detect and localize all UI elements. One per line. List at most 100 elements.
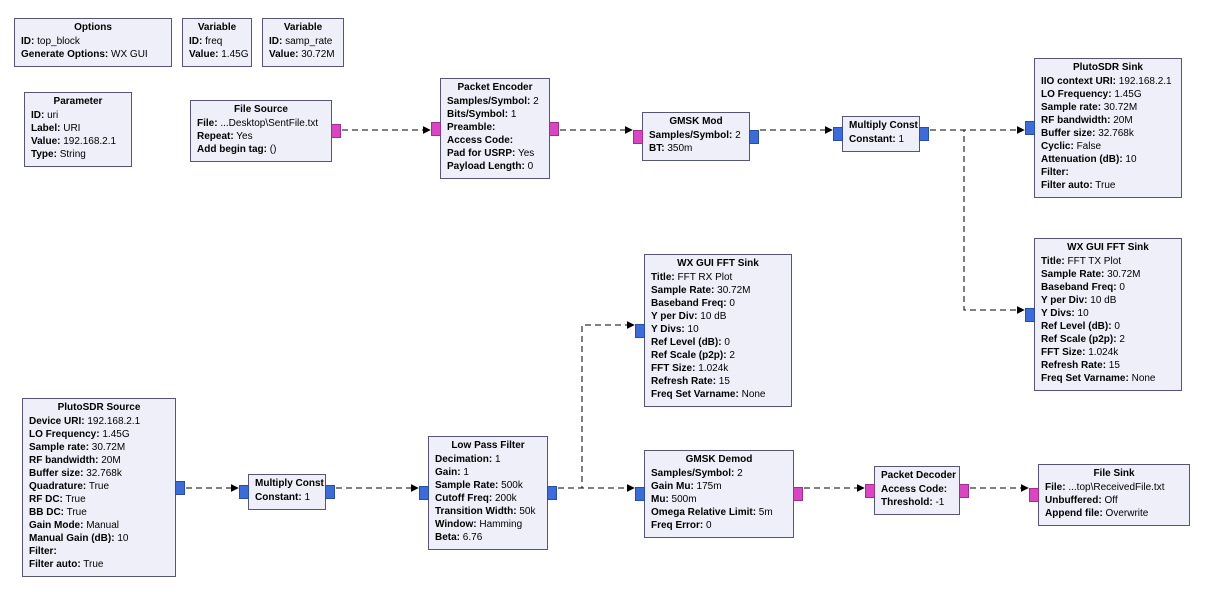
input-port[interactable] bbox=[1025, 121, 1035, 135]
param-key: Type: bbox=[31, 149, 57, 160]
input-port[interactable] bbox=[635, 324, 645, 338]
input-port[interactable] bbox=[633, 130, 643, 144]
param-key: Quadrature: bbox=[29, 481, 86, 492]
param-value: 10 bbox=[1075, 308, 1089, 319]
block-param-row: Ref Level (dB): 0 bbox=[651, 336, 785, 349]
input-port[interactable] bbox=[1029, 488, 1039, 502]
block-param-row: Value: 30.72M bbox=[269, 48, 337, 61]
param-value: Manual bbox=[83, 520, 119, 531]
block-param-row: Cutoff Freq: 200k bbox=[435, 492, 541, 505]
param-value: 0 bbox=[1112, 321, 1120, 332]
input-port[interactable] bbox=[865, 484, 875, 498]
param-value: Yes bbox=[515, 148, 534, 159]
block-param-row: Filter auto: True bbox=[1041, 179, 1175, 192]
param-value: 10 dB bbox=[698, 311, 727, 322]
input-port[interactable] bbox=[419, 486, 429, 500]
output-port[interactable] bbox=[175, 481, 185, 495]
multiply-const-tx-block[interactable]: Multiply ConstConstant: 1 bbox=[842, 116, 920, 152]
param-value: 6.76 bbox=[460, 532, 482, 543]
param-key: Samples/Symbol: bbox=[447, 96, 530, 107]
block-param-row: LO Frequency: 1.45G bbox=[1041, 88, 1175, 101]
param-value: 192.168.2.1 bbox=[85, 416, 141, 427]
block-param-row: RF DC: True bbox=[29, 493, 169, 506]
options-block[interactable]: OptionsID: top_blockGenerate Options: WX… bbox=[14, 18, 172, 67]
block-param-row: Refresh Rate: 15 bbox=[1041, 359, 1175, 372]
param-key: Device URI: bbox=[29, 416, 85, 427]
param-value: 2 bbox=[530, 96, 538, 107]
output-port[interactable] bbox=[549, 122, 559, 136]
output-port[interactable] bbox=[547, 486, 557, 500]
block-param-row: RF bandwidth: 20M bbox=[29, 454, 169, 467]
param-key: Gain Mode: bbox=[29, 520, 83, 531]
param-value: uri bbox=[44, 110, 58, 121]
output-port[interactable] bbox=[749, 130, 759, 144]
flowgraph-canvas[interactable]: OptionsID: top_blockGenerate Options: WX… bbox=[0, 0, 1218, 612]
param-value: 1 bbox=[492, 454, 500, 465]
block-param-row: Refresh Rate: 15 bbox=[651, 375, 785, 388]
block-param-row: Samples/Symbol: 2 bbox=[651, 467, 787, 480]
output-port[interactable] bbox=[325, 485, 335, 499]
param-key: RF DC: bbox=[29, 494, 63, 505]
wx-gui-fft-sink-tx-block[interactable]: WX GUI FFT SinkTitle: FFT TX PlotSample … bbox=[1034, 238, 1182, 391]
param-key: ID: bbox=[189, 36, 202, 47]
param-value: 10 bbox=[685, 324, 699, 335]
packet-encoder-block[interactable]: Packet EncoderSamples/Symbol: 2Bits/Symb… bbox=[440, 78, 550, 179]
block-param-row: IIO context URI: 192.168.2.1 bbox=[1041, 75, 1175, 88]
param-key: Constant: bbox=[255, 492, 302, 503]
block-param-row: Gain Mode: Manual bbox=[29, 519, 169, 532]
wx-gui-fft-sink-rx-block[interactable]: WX GUI FFT SinkTitle: FFT RX PlotSample … bbox=[644, 254, 792, 407]
block-title: Low Pass Filter bbox=[435, 440, 541, 451]
block-param-row: Bits/Symbol: 1 bbox=[447, 108, 543, 121]
param-key: Access Code: bbox=[881, 484, 947, 495]
param-key: ID: bbox=[269, 36, 282, 47]
pluto-sdr-source-block[interactable]: PlutoSDR SourceDevice URI: 192.168.2.1LO… bbox=[22, 398, 176, 577]
param-value: 30.72M bbox=[89, 442, 125, 453]
param-value: 5m bbox=[756, 507, 773, 518]
param-value: 10 dB bbox=[1088, 295, 1117, 306]
param-value: 30.72M bbox=[714, 285, 750, 296]
block-param-row: Buffer size: 32.768k bbox=[1041, 127, 1175, 140]
packet-decoder-block[interactable]: Packet DecoderAccess Code: Threshold: -1 bbox=[874, 466, 960, 515]
param-value: 0 bbox=[703, 520, 711, 531]
block-title: WX GUI FFT Sink bbox=[1041, 242, 1175, 253]
param-value: 30.72M bbox=[1104, 269, 1140, 280]
low-pass-filter-block[interactable]: Low Pass FilterDecimation: 1Gain: 1Sampl… bbox=[428, 436, 548, 550]
output-port[interactable] bbox=[959, 484, 969, 498]
output-port[interactable] bbox=[919, 127, 929, 141]
block-param-row: Decimation: 1 bbox=[435, 453, 541, 466]
param-value: WX GUI bbox=[108, 49, 147, 60]
input-port[interactable] bbox=[635, 487, 645, 501]
param-value: 0 bbox=[525, 161, 533, 172]
block-param-row: FFT Size: 1.024k bbox=[1041, 346, 1175, 359]
block-param-row: Filter: bbox=[29, 545, 169, 558]
param-value: 175m bbox=[694, 481, 722, 492]
param-key: ID: bbox=[31, 110, 44, 121]
block-param-row: Access Code: bbox=[881, 483, 953, 496]
param-key: Sample Rate: bbox=[651, 285, 714, 296]
gmsk-mod-block[interactable]: GMSK ModSamples/Symbol: 2BT: 350m bbox=[642, 112, 750, 161]
input-port[interactable] bbox=[239, 485, 249, 499]
param-key: Ref Level (dB): bbox=[651, 337, 722, 348]
param-key: Beta: bbox=[435, 532, 460, 543]
output-port[interactable] bbox=[331, 124, 341, 138]
block-param-row: File: ...top\ReceivedFile.txt bbox=[1045, 481, 1183, 494]
param-value: 1 bbox=[896, 134, 904, 145]
variable-samp-rate-block[interactable]: VariableID: samp_rateValue: 30.72M bbox=[262, 18, 344, 67]
parameter-block[interactable]: ParameterID: uriLabel: URIValue: 192.168… bbox=[24, 92, 132, 167]
file-source-block[interactable]: File SourceFile: ...Desktop\SentFile.txt… bbox=[190, 100, 332, 162]
param-key: Freq Set Varname: bbox=[651, 389, 739, 400]
gmsk-demod-block[interactable]: GMSK DemodSamples/Symbol: 2Gain Mu: 175m… bbox=[644, 450, 794, 538]
input-port[interactable] bbox=[833, 127, 843, 141]
param-key: Refresh Rate: bbox=[1041, 360, 1106, 371]
param-key: LO Frequency: bbox=[1041, 89, 1112, 100]
input-port[interactable] bbox=[431, 122, 441, 136]
pluto-sdr-sink-block[interactable]: PlutoSDR SinkIIO context URI: 192.168.2.… bbox=[1034, 58, 1182, 198]
file-sink-block[interactable]: File SinkFile: ...top\ReceivedFile.txtUn… bbox=[1038, 464, 1190, 526]
output-port[interactable] bbox=[793, 487, 803, 501]
multiply-const-rx-block[interactable]: Multiply ConstConstant: 1 bbox=[248, 474, 326, 510]
input-port[interactable] bbox=[1025, 308, 1035, 322]
param-key: Threshold: bbox=[881, 497, 933, 508]
param-key: Filter: bbox=[1041, 167, 1069, 178]
param-key: RF bandwidth: bbox=[29, 455, 98, 466]
variable-freq-block[interactable]: VariableID: freqValue: 1.45G bbox=[182, 18, 252, 67]
